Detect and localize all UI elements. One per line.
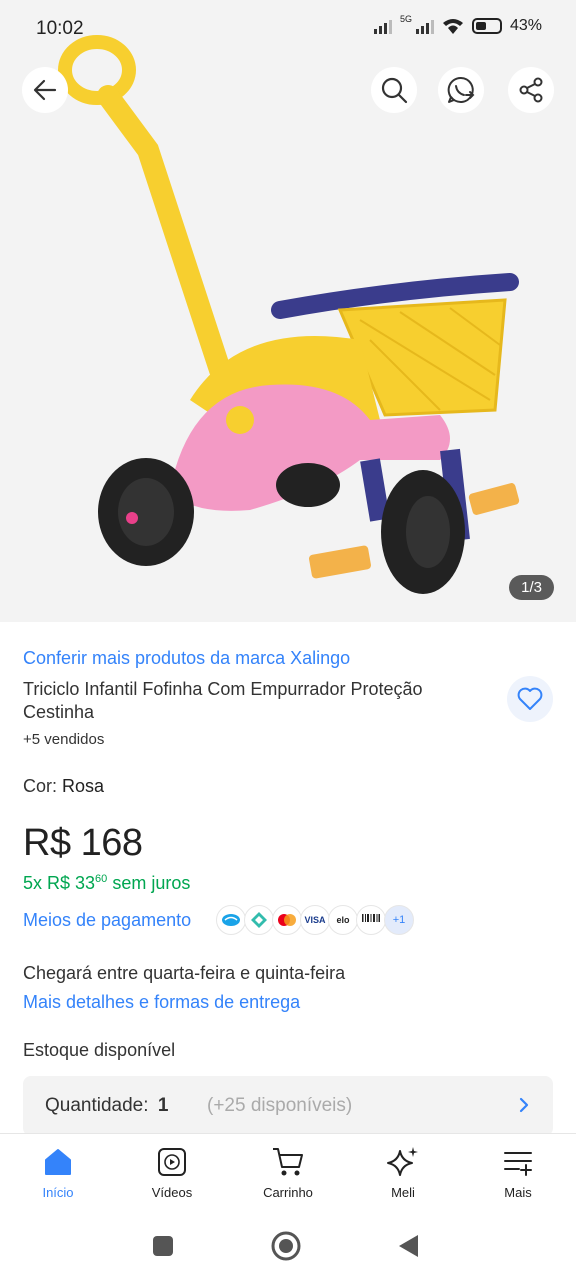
image-counter: 1/3 xyxy=(509,575,554,600)
stock-label: Estoque disponível xyxy=(23,1040,176,1060)
status-bar: 10:02 5G 43% xyxy=(0,0,576,56)
mastercard-icon xyxy=(272,905,302,935)
visa-icon: VISA xyxy=(300,905,330,935)
whatsapp-share-button[interactable] xyxy=(438,67,484,113)
status-time: 10:02 xyxy=(36,18,84,39)
share-icon xyxy=(519,77,543,103)
quantity-available: (+25 disponíveis) xyxy=(207,1095,353,1116)
recents-icon[interactable] xyxy=(152,1235,174,1257)
product-title: Triciclo Infantil Fofinha Com Empurrador… xyxy=(23,679,423,722)
system-navigation xyxy=(0,1213,576,1280)
mercado-pago-icon xyxy=(216,905,246,935)
nav-item-mais[interactable]: Mais xyxy=(468,1144,568,1200)
pix-icon xyxy=(244,905,274,935)
nav-item-inicio[interactable]: Início xyxy=(8,1144,108,1200)
payment-icons[interactable]: VISA elo +1 xyxy=(216,905,414,935)
signal-icon-2 xyxy=(415,18,434,34)
product-gallery[interactable]: 10:02 5G 43% 1/3 xyxy=(0,0,576,622)
home-button-icon[interactable] xyxy=(270,1230,302,1262)
bottom-navigation: Início Vídeos Carrinho Meli Mais xyxy=(0,1133,576,1213)
nav-item-videos[interactable]: Vídeos xyxy=(122,1144,222,1200)
search-button[interactable] xyxy=(371,67,417,113)
sold-count: +5 vendidos xyxy=(23,731,105,748)
back-arrow-icon xyxy=(33,79,57,101)
color-label: Cor: xyxy=(23,776,58,796)
network-label: 5G xyxy=(399,14,412,24)
quantity-label: Quantidade: xyxy=(45,1095,149,1116)
home-icon xyxy=(45,1149,71,1175)
color-value: Rosa xyxy=(62,776,105,796)
back-button[interactable] xyxy=(22,67,68,113)
favorite-button[interactable] xyxy=(507,676,553,722)
nav-item-carrinho[interactable]: Carrinho xyxy=(238,1144,338,1200)
chevron-right-icon xyxy=(519,1097,529,1113)
menu-plus-icon xyxy=(504,1152,532,1176)
quantity-selector[interactable]: Quantidade: 1 (+25 disponíveis) xyxy=(23,1076,553,1136)
share-button[interactable] xyxy=(508,67,554,113)
installments: 5x R$ 3360 sem juros xyxy=(23,873,191,893)
nav-item-meli[interactable]: Meli xyxy=(353,1144,453,1200)
whatsapp-share-icon xyxy=(447,76,475,103)
payment-methods-link[interactable]: Meios de pagamento xyxy=(23,910,191,931)
battery-icon xyxy=(471,18,502,34)
back-triangle-icon[interactable] xyxy=(396,1233,420,1259)
heart-icon xyxy=(517,687,543,710)
boleto-icon xyxy=(356,905,386,935)
elo-icon: elo xyxy=(328,905,358,935)
battery-percent: 43% xyxy=(509,17,542,34)
cart-icon xyxy=(273,1148,303,1176)
signal-icon xyxy=(373,18,392,34)
wifi-icon xyxy=(442,19,463,34)
brand-link[interactable]: Conferir mais produtos da marca Xalingo xyxy=(23,648,350,669)
payment-more-badge[interactable]: +1 xyxy=(384,905,414,935)
delivery-estimate: Chegará entre quarta-feira e quinta-feir… xyxy=(23,963,346,983)
color-selector[interactable]: Cor: Rosa xyxy=(23,776,104,797)
video-icon xyxy=(158,1148,186,1176)
search-icon xyxy=(381,77,408,104)
delivery-details-link[interactable]: Mais detalhes e formas de entrega xyxy=(23,992,300,1013)
quantity-value: 1 xyxy=(157,1095,169,1116)
sparkle-icon xyxy=(387,1147,418,1176)
price: R$ 168 xyxy=(23,822,143,864)
